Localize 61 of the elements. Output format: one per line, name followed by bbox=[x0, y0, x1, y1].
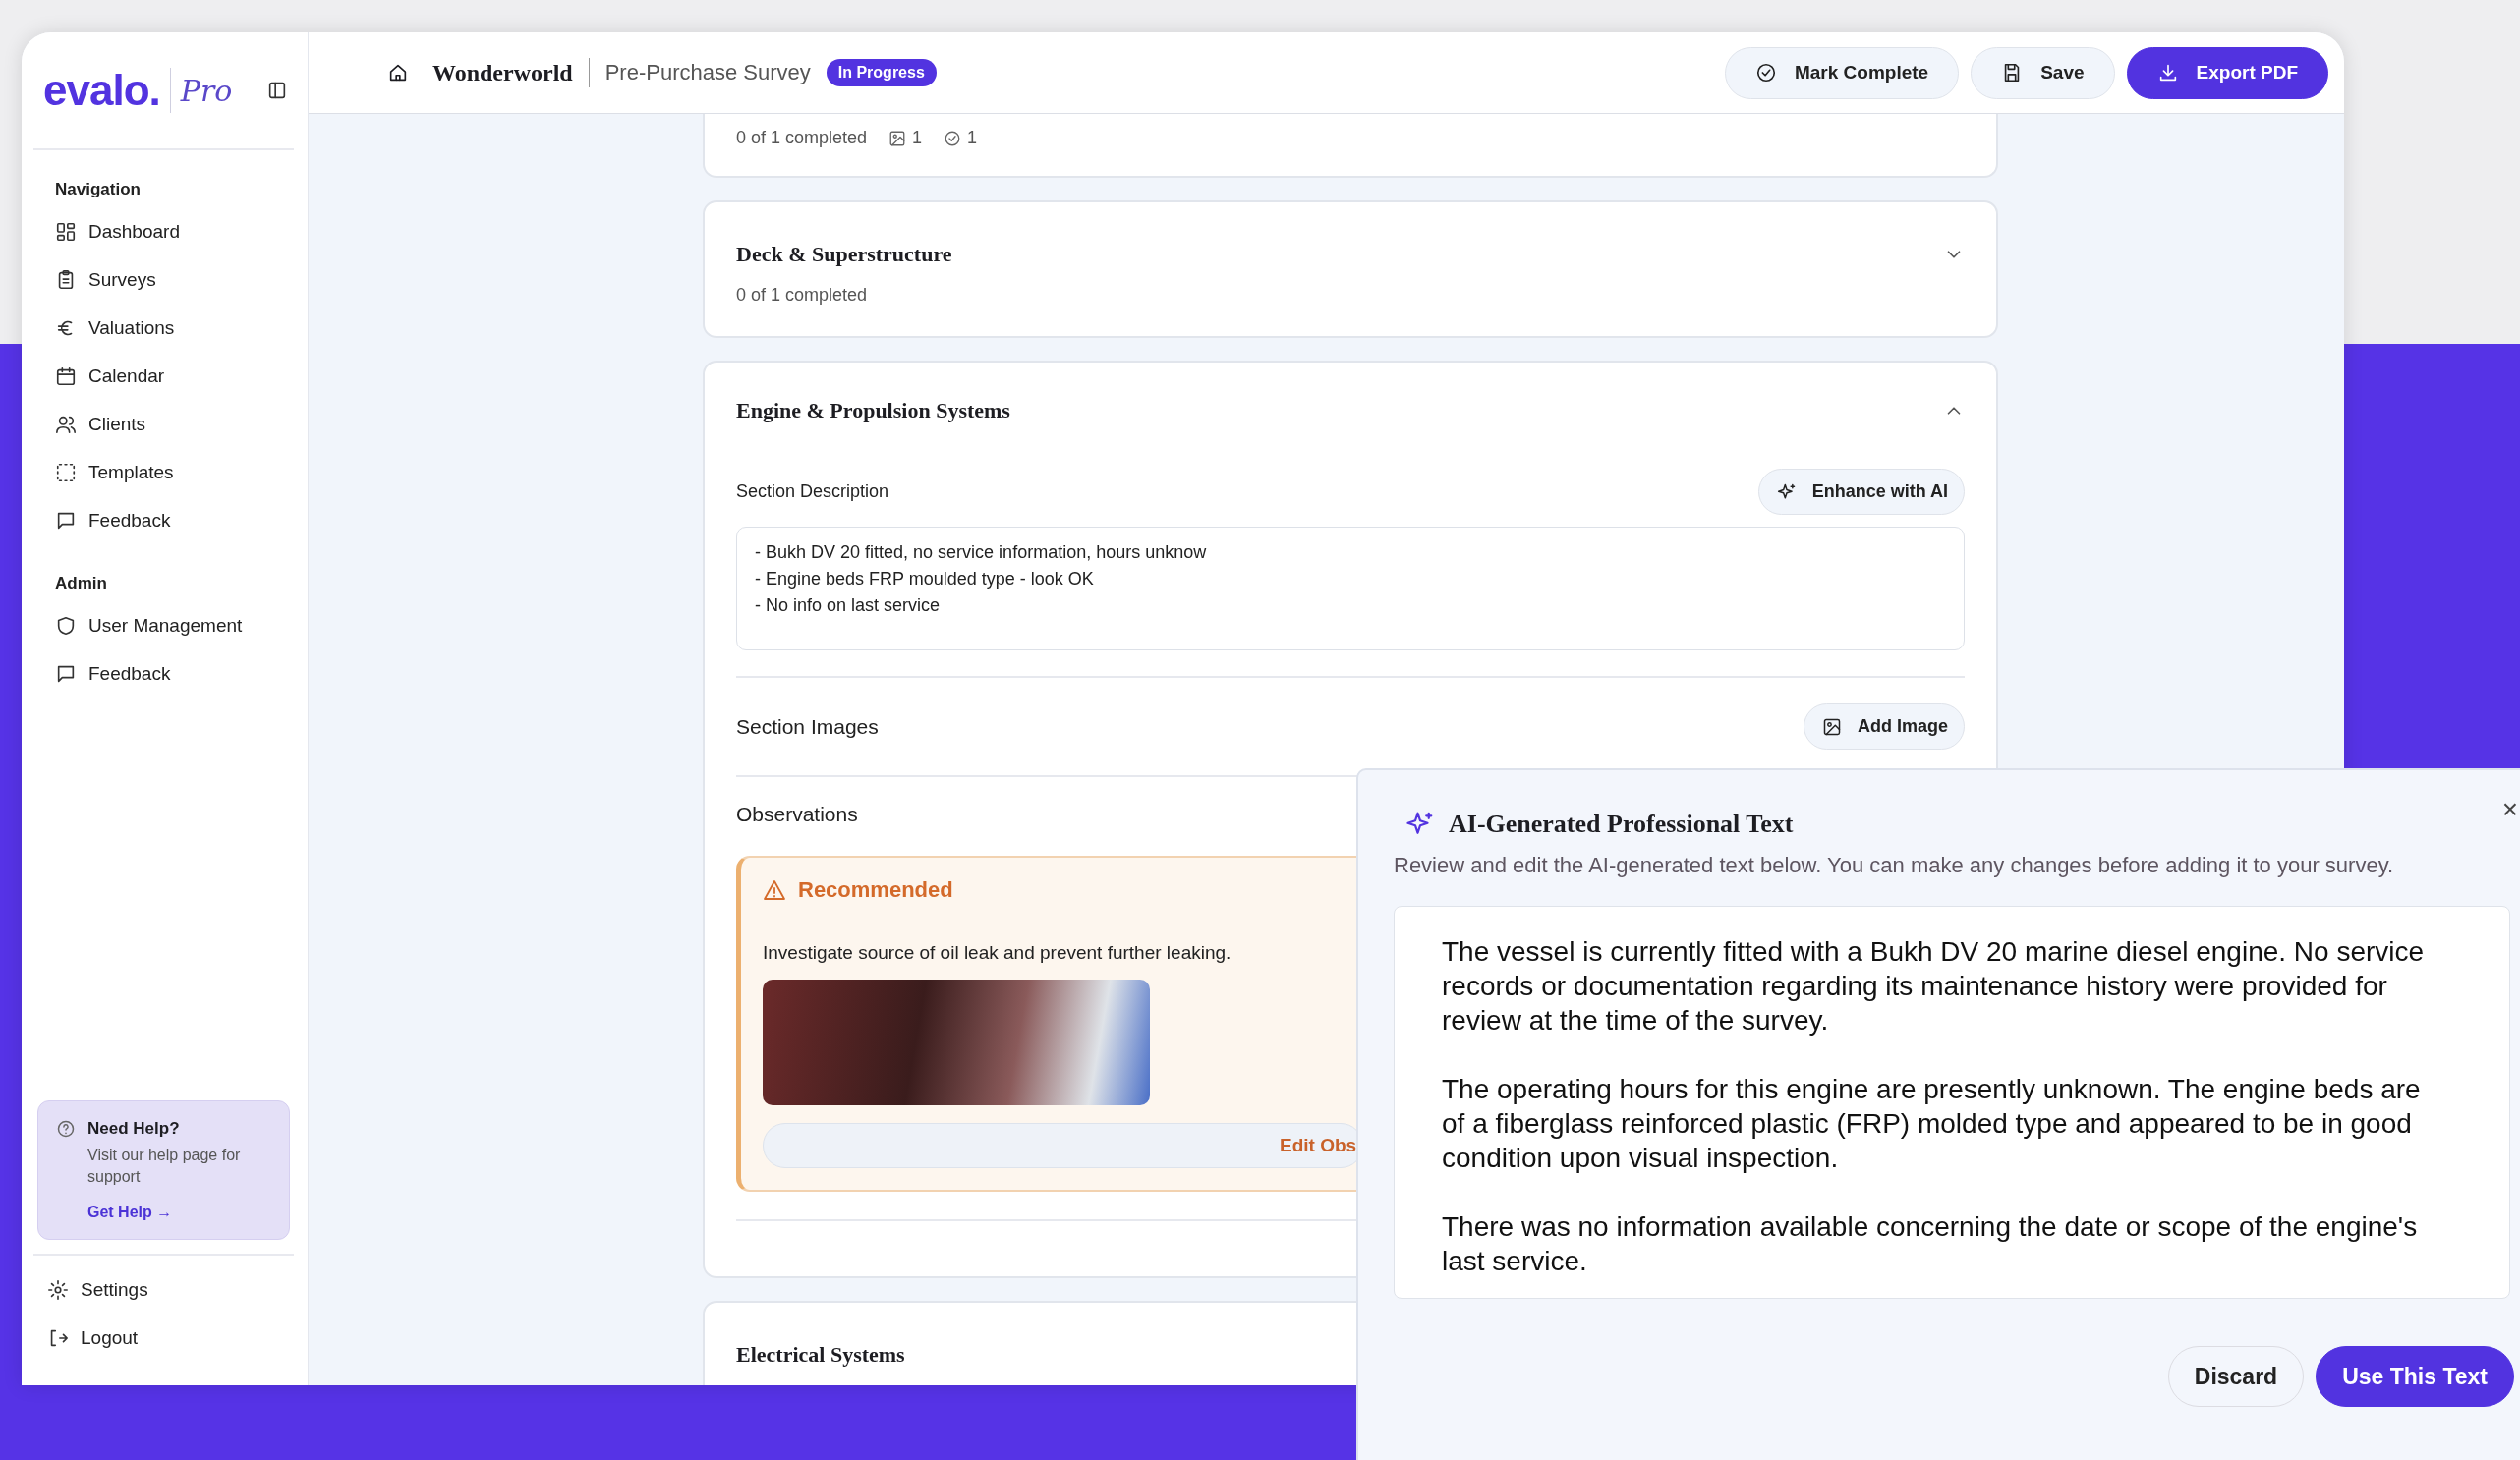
nav-link[interactable]: User Management bbox=[88, 614, 243, 637]
panel-title: AI-Generated Professional Text bbox=[1449, 810, 1794, 839]
header-action-button[interactable]: Export PDF bbox=[2126, 46, 2328, 99]
nav-link[interactable]: Valuations bbox=[88, 316, 175, 339]
section-title[interactable]: Electrical Systems bbox=[736, 1342, 905, 1368]
home-icon bbox=[387, 62, 409, 84]
header-action-button[interactable]: Mark Complete bbox=[1724, 46, 1960, 99]
description-field[interactable]: - Bukh DV 20 fitted, no service information, hours unknow - Engine beds FRP moulded type - look OK - No info on last service bbox=[736, 527, 1965, 650]
progress-text: 0 of 1 completed bbox=[736, 128, 868, 148]
help-circle-icon bbox=[56, 1119, 76, 1139]
nav-heading: Navigation bbox=[55, 180, 142, 199]
section-label: Observations bbox=[736, 803, 858, 826]
section-title[interactable]: Deck & Superstructure bbox=[736, 242, 952, 267]
nav-link[interactable]: Dashboard bbox=[88, 220, 180, 243]
nav-link[interactable]: Surveys bbox=[88, 268, 156, 291]
nav-heading: Admin bbox=[55, 574, 108, 593]
panel-subtitle: Review and edit the AI-generated text below. You can make any changes before adding it to your survey. bbox=[1394, 853, 2395, 878]
image-icon bbox=[1822, 716, 1842, 737]
check-circle-icon bbox=[944, 129, 962, 147]
observation-text: Investigate source of oil leak and prevent further leaking. bbox=[763, 942, 1231, 964]
progress-text: 0 of 1 completed bbox=[736, 285, 869, 306]
warning-icon bbox=[763, 878, 786, 902]
close-button[interactable]: × bbox=[2501, 794, 2518, 825]
help-text: Visit our help page for support bbox=[87, 1146, 242, 1187]
grid-icon bbox=[55, 220, 77, 243]
nav-link[interactable]: Feedback bbox=[88, 662, 171, 685]
generated-paragraph: There was no information available concerning the date or scope of the engine's last service. bbox=[1442, 1210, 2419, 1278]
nav-link[interactable]: Logout bbox=[81, 1326, 139, 1349]
discard-button[interactable]: Discard bbox=[2167, 1346, 2305, 1407]
logo-suffix: Pro bbox=[180, 73, 233, 108]
help-link[interactable]: Get Help → bbox=[87, 1204, 271, 1221]
image-count: 1 bbox=[912, 128, 923, 148]
nav-link[interactable]: Calendar bbox=[88, 365, 165, 387]
calendar-icon bbox=[55, 365, 77, 387]
status-badge: In Progress bbox=[826, 59, 937, 86]
check-count: 1 bbox=[967, 128, 978, 148]
sparkle-icon bbox=[1776, 481, 1797, 502]
use-text-button[interactable]: Use This Text bbox=[2316, 1346, 2514, 1407]
enhance-button[interactable]: Enhance with AI bbox=[1757, 469, 1965, 515]
logo: evalo. bbox=[43, 66, 160, 115]
section-title[interactable]: Engine & Propulsion Systems bbox=[736, 398, 1010, 423]
field-label: Section Description bbox=[736, 481, 889, 502]
severity-label: Recommended bbox=[798, 877, 953, 903]
vessel-name: Wonderworld bbox=[432, 59, 573, 86]
survey-type: Pre-Purchase Survey bbox=[604, 60, 811, 85]
nav-link[interactable]: Settings bbox=[81, 1278, 148, 1301]
shield-icon bbox=[55, 614, 77, 637]
nav-link[interactable]: Clients bbox=[88, 413, 146, 435]
help-title: Need Help? bbox=[87, 1119, 181, 1139]
generated-text-box[interactable] bbox=[1394, 906, 2510, 1299]
generated-paragraph: The operating hours for this engine are presently unknown. The engine beds are of a fiberglass reinforced plastic (FRP) molded type and appeared to be in good condition upon visual inspection. bbox=[1442, 1073, 2422, 1175]
sidebar-toggle-icon bbox=[266, 80, 288, 101]
settings-icon bbox=[47, 1278, 69, 1301]
nav-link[interactable]: Templates bbox=[88, 461, 174, 483]
nav-link[interactable]: Feedback bbox=[88, 509, 171, 532]
generated-paragraph: The vessel is currently fitted with a Bukh DV 20 marine diesel engine. No service records or documentation regarding its maintenance history were provided for review at the time of the survey. bbox=[1442, 935, 2426, 1038]
add-image-button[interactable]: Add Image bbox=[1804, 703, 1965, 750]
image-icon bbox=[888, 129, 907, 147]
header-action-button[interactable]: Save bbox=[1971, 46, 2115, 99]
check-circle-icon bbox=[1754, 62, 1777, 84]
section-label: Section Images bbox=[736, 714, 879, 739]
